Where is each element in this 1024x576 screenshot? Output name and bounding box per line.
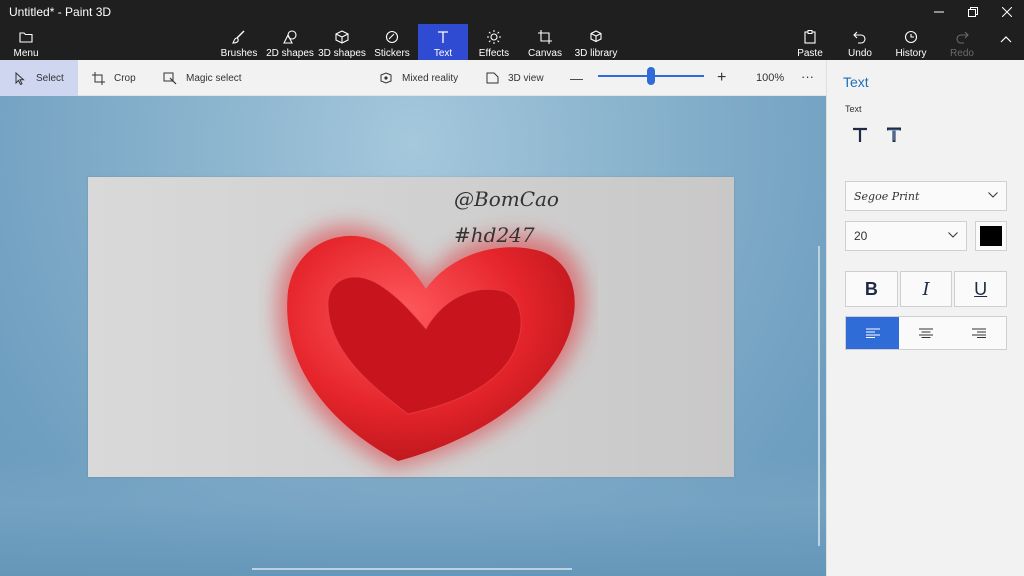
underline-button[interactable]: U <box>954 271 1008 307</box>
text-icon <box>436 28 450 45</box>
restore-icon <box>968 7 978 17</box>
sticker-icon <box>385 28 399 45</box>
zoom-percent[interactable]: 100% <box>756 60 784 96</box>
close-button[interactable] <box>990 0 1024 24</box>
undo-icon <box>853 28 867 45</box>
canvas-text-username[interactable]: @BomCao <box>454 187 559 211</box>
tool-stickers[interactable]: Stickers <box>372 24 412 60</box>
bold-button[interactable]: B <box>845 271 898 307</box>
tool-text[interactable]: Text <box>418 24 468 60</box>
tool-brushes[interactable]: Brushes <box>220 24 258 60</box>
history-button[interactable]: History <box>894 24 928 60</box>
font-size-dropdown[interactable]: 20 <box>845 221 967 251</box>
text-panel: Text Text Segoe Print 20 B I U <box>826 60 1024 576</box>
collapse-ribbon-button[interactable] <box>994 24 1018 60</box>
minimize-icon <box>934 11 944 13</box>
font-family-dropdown[interactable]: Segoe Print <box>845 181 1007 211</box>
magic-select-icon <box>162 70 178 86</box>
crop-button[interactable]: Crop <box>90 60 136 96</box>
2d-text-button[interactable] <box>847 122 873 148</box>
ribbon: Menu Brushes 2D shapes 3D shapes Sticker… <box>0 24 1024 60</box>
undo-button[interactable]: Undo <box>844 24 876 60</box>
align-center-icon <box>918 328 933 338</box>
3d-view-button[interactable]: 3D view <box>484 60 544 96</box>
restore-button[interactable] <box>956 0 990 24</box>
tool-canvas[interactable]: Canvas <box>526 24 564 60</box>
vertical-scrollbar[interactable] <box>818 246 820 546</box>
canvas-text-hashtag[interactable]: #hd247 <box>454 223 535 247</box>
window-title: Untitled* - Paint 3D <box>9 5 112 19</box>
mixed-reality-icon <box>378 70 394 86</box>
zoom-slider-thumb[interactable] <box>647 67 655 85</box>
history-icon <box>904 28 918 45</box>
brush-icon <box>232 28 246 45</box>
title-bar: Untitled* - Paint 3D <box>0 0 1024 24</box>
align-left-button[interactable] <box>846 317 900 349</box>
chevron-up-icon <box>1000 36 1012 43</box>
align-left-icon <box>865 328 880 338</box>
color-swatch <box>980 226 1002 246</box>
select-tool-button[interactable]: Select <box>0 60 78 96</box>
zoom-in-button[interactable]: + <box>717 60 726 96</box>
italic-button[interactable]: I <box>899 271 953 307</box>
tool-3d-library[interactable]: 3D library <box>574 24 618 60</box>
tool-effects[interactable]: Effects <box>476 24 512 60</box>
tool-3d-shapes[interactable]: 3D shapes <box>318 24 366 60</box>
chevron-down-icon <box>988 192 998 198</box>
paste-button[interactable]: Paste <box>794 24 826 60</box>
folder-icon <box>19 28 33 45</box>
panel-title: Text <box>843 74 869 90</box>
crop-canvas-icon <box>538 28 552 45</box>
text-style-group: B I U <box>845 271 1008 307</box>
align-center-button[interactable] <box>899 317 953 349</box>
shapes-2d-icon <box>282 28 298 45</box>
cursor-icon <box>12 70 28 86</box>
canvas[interactable]: @BomCao #hd247 <box>88 177 734 477</box>
minimize-button[interactable] <box>922 0 956 24</box>
magic-select-button[interactable]: Magic select <box>162 60 242 96</box>
library-icon <box>589 28 603 45</box>
3d-text-button[interactable] <box>881 122 907 148</box>
redo-icon <box>955 28 969 45</box>
clipboard-icon <box>804 28 816 45</box>
heart-sticker[interactable] <box>258 199 598 479</box>
tool-2d-shapes[interactable]: 2D shapes <box>266 24 314 60</box>
text-3d-icon <box>887 127 901 142</box>
crop-icon <box>90 70 106 86</box>
close-icon <box>1002 7 1012 17</box>
workspace[interactable]: @BomCao #hd247 <box>0 96 826 576</box>
menu-button[interactable]: Menu <box>6 24 46 60</box>
more-options-button[interactable]: ··· <box>801 58 814 94</box>
mixed-reality-button[interactable]: Mixed reality <box>378 60 458 96</box>
text-color-picker[interactable] <box>975 221 1007 251</box>
align-right-icon <box>972 328 987 338</box>
zoom-out-button[interactable]: — <box>570 60 583 96</box>
text-2d-icon <box>853 127 867 142</box>
3d-view-icon <box>484 70 500 86</box>
alignment-group <box>845 316 1007 350</box>
sun-icon <box>487 28 501 45</box>
panel-subtitle: Text <box>845 104 862 114</box>
cube-icon <box>335 28 349 45</box>
align-right-button[interactable] <box>952 317 1006 349</box>
chevron-down-icon <box>948 232 958 238</box>
horizontal-scrollbar[interactable] <box>252 568 572 570</box>
redo-button[interactable]: Redo <box>946 24 978 60</box>
